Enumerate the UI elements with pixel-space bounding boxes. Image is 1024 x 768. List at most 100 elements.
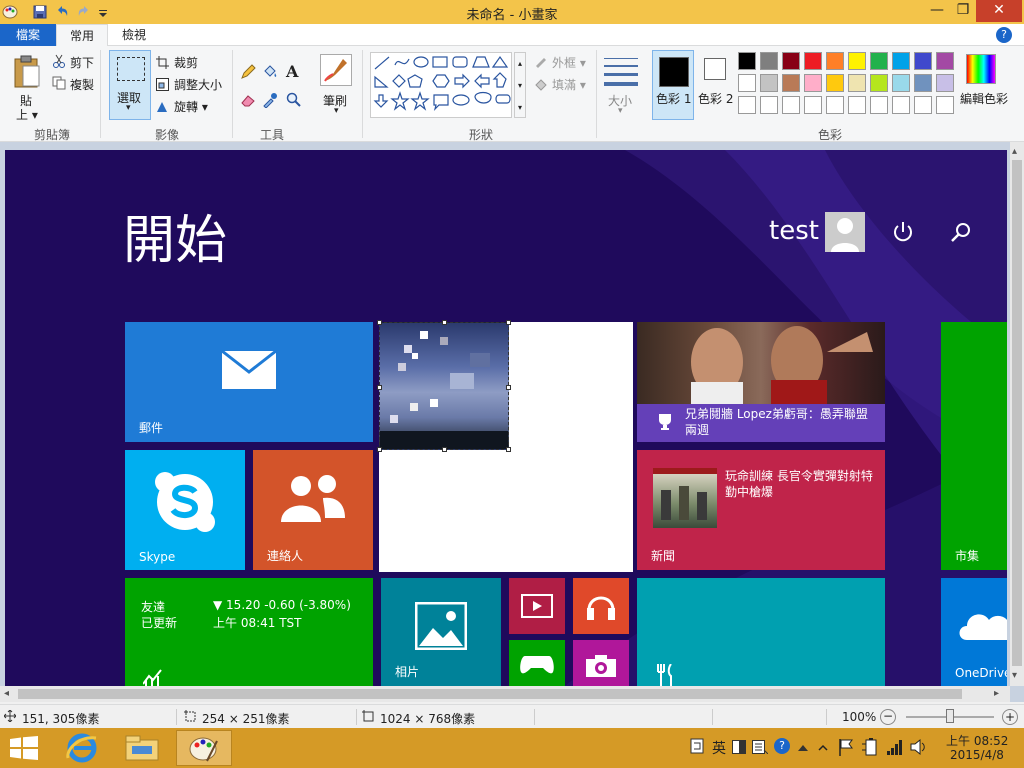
scissors-icon[interactable] (52, 54, 66, 68)
size-lines-icon[interactable] (604, 56, 638, 86)
color-swatch[interactable] (914, 52, 932, 70)
ie-taskbar-icon[interactable] (62, 732, 102, 764)
minimize-button[interactable]: — (922, 0, 952, 22)
battery-icon[interactable] (862, 738, 880, 756)
paint-taskbar-button[interactable] (176, 730, 232, 766)
pixelated-selection[interactable] (377, 320, 511, 452)
tile-news[interactable]: 玩命訓練 長官令實彈對射特勤中槍爆 新聞 (637, 450, 885, 570)
outline-icon[interactable] (534, 54, 548, 68)
color-swatch[interactable] (848, 74, 866, 92)
tile-music[interactable] (573, 578, 629, 634)
color1-button[interactable] (652, 50, 694, 120)
color-swatch[interactable] (870, 52, 888, 70)
tile-finance[interactable]: 友達 已更新 ▼ 15.20 -0.60 (-3.80%) 上午 08:41 T… (125, 578, 373, 686)
canvas[interactable]: 開始 test 郵件 兄弟鬩牆 Lopez弟虧哥：愚弄聯盟兩週 市集 Skype… (5, 150, 1007, 686)
copy-button[interactable]: 複製 (70, 76, 94, 93)
tile-games[interactable] (509, 640, 565, 686)
eraser-icon[interactable] (240, 92, 256, 108)
fill-button[interactable]: 填滿 ▾ (552, 76, 586, 93)
resize-handle[interactable] (506, 320, 511, 325)
rotate-icon[interactable] (156, 100, 169, 113)
power-icon[interactable] (891, 220, 915, 244)
rainbow-icon[interactable] (966, 54, 996, 84)
color-swatch[interactable] (826, 74, 844, 92)
tile-photos[interactable]: 相片 (381, 578, 501, 686)
show-hidden-icons[interactable] (818, 742, 828, 752)
color-swatch[interactable] (760, 74, 778, 92)
color-swatch[interactable] (738, 96, 756, 114)
edit-colors-button[interactable]: 編輯色彩 (960, 90, 1008, 107)
color-swatch[interactable] (804, 74, 822, 92)
color-swatch[interactable] (826, 52, 844, 70)
color-swatch[interactable] (892, 52, 910, 70)
horizontal-scroll-thumb[interactable] (18, 689, 962, 699)
vertical-scroll-thumb[interactable] (1012, 160, 1022, 666)
scroll-left-icon[interactable]: ◂ (4, 688, 9, 699)
tab-view[interactable]: 檢視 (112, 24, 156, 46)
resize-handle[interactable] (442, 447, 447, 452)
tile-people[interactable]: 連絡人 (253, 450, 373, 570)
color-swatch[interactable] (738, 52, 756, 70)
color-swatch[interactable] (804, 96, 822, 114)
horizontal-scrollbar[interactable]: ◂ ▸ (0, 686, 1010, 702)
zoom-out-button[interactable]: − (880, 709, 896, 725)
close-button[interactable]: ✕ (976, 0, 1022, 22)
color-swatch[interactable] (782, 74, 800, 92)
tile-news-sports[interactable]: 兄弟鬩牆 Lopez弟虧哥：愚弄聯盟兩週 (637, 322, 885, 442)
resize-button[interactable]: 調整大小 (174, 76, 222, 93)
scroll-down-icon[interactable]: ▾ (1012, 670, 1017, 681)
resize-handle[interactable] (506, 385, 511, 390)
start-button[interactable] (10, 736, 38, 760)
help-icon[interactable]: ? (996, 27, 1012, 43)
search-icon[interactable] (949, 220, 973, 244)
rotate-button[interactable]: 旋轉 ▾ (174, 98, 208, 115)
tile-camera[interactable] (573, 640, 629, 686)
color-swatch[interactable] (870, 74, 888, 92)
tile-store[interactable]: 市集 (941, 322, 1007, 570)
canvas-area[interactable]: 開始 test 郵件 兄弟鬩牆 Lopez弟虧哥：愚弄聯盟兩週 市集 Skype… (0, 142, 1024, 702)
text-tool-button[interactable]: A (286, 62, 298, 81)
color-swatch[interactable] (914, 96, 932, 114)
crop-button[interactable]: 裁剪 (174, 54, 198, 71)
color-swatch[interactable] (804, 52, 822, 70)
color-swatch[interactable] (892, 96, 910, 114)
brushes-dropdown-icon[interactable]: ▾ (334, 106, 339, 116)
color-swatch[interactable] (914, 74, 932, 92)
resize-handle[interactable] (377, 385, 382, 390)
tile-onedrive[interactable]: OneDrive (941, 578, 1007, 686)
ime-mode-icon[interactable] (690, 738, 704, 754)
size-dropdown-icon[interactable]: ▾ (618, 106, 623, 116)
color-swatch[interactable] (826, 96, 844, 114)
tile-video[interactable] (509, 578, 565, 634)
color-swatch[interactable] (870, 96, 888, 114)
color-swatch[interactable] (936, 74, 954, 92)
paste-icon[interactable] (12, 54, 42, 90)
magnifier-icon[interactable] (286, 92, 302, 108)
shapes-gallery[interactable] (370, 52, 512, 118)
scroll-up-icon[interactable]: ▴ (1012, 146, 1017, 157)
color-swatch[interactable] (892, 74, 910, 92)
ime-width-icon[interactable] (732, 740, 746, 754)
user-name[interactable]: test (769, 216, 819, 246)
color-swatch[interactable] (782, 52, 800, 70)
ime-help-icon[interactable]: ? (774, 738, 790, 754)
color-swatch[interactable] (760, 52, 778, 70)
color-swatch[interactable] (760, 96, 778, 114)
vertical-scrollbar[interactable]: ▴ ▾ (1010, 142, 1024, 686)
crop-icon[interactable] (156, 56, 169, 69)
maximize-button[interactable]: ❐ (950, 0, 976, 22)
scroll-right-icon[interactable]: ▸ (994, 688, 999, 699)
tab-file[interactable]: 檔案 (0, 24, 56, 46)
explorer-taskbar-icon[interactable] (124, 734, 160, 762)
user-avatar[interactable] (825, 212, 865, 252)
resize-handle[interactable] (377, 320, 382, 325)
cut-button[interactable]: 剪下 (70, 54, 94, 71)
pencil-icon[interactable] (240, 64, 256, 80)
ime-keyboard-icon[interactable] (752, 740, 769, 755)
paste-dropdown[interactable]: 上 ▾ (16, 106, 38, 123)
tile-skype[interactable]: Skype (125, 450, 245, 570)
clock-date[interactable]: 2015/4/8 (950, 748, 1004, 762)
color-swatch[interactable] (782, 96, 800, 114)
shapes-scroll[interactable]: ▴ ▾ ▾ (514, 52, 526, 118)
color-swatch[interactable] (848, 96, 866, 114)
